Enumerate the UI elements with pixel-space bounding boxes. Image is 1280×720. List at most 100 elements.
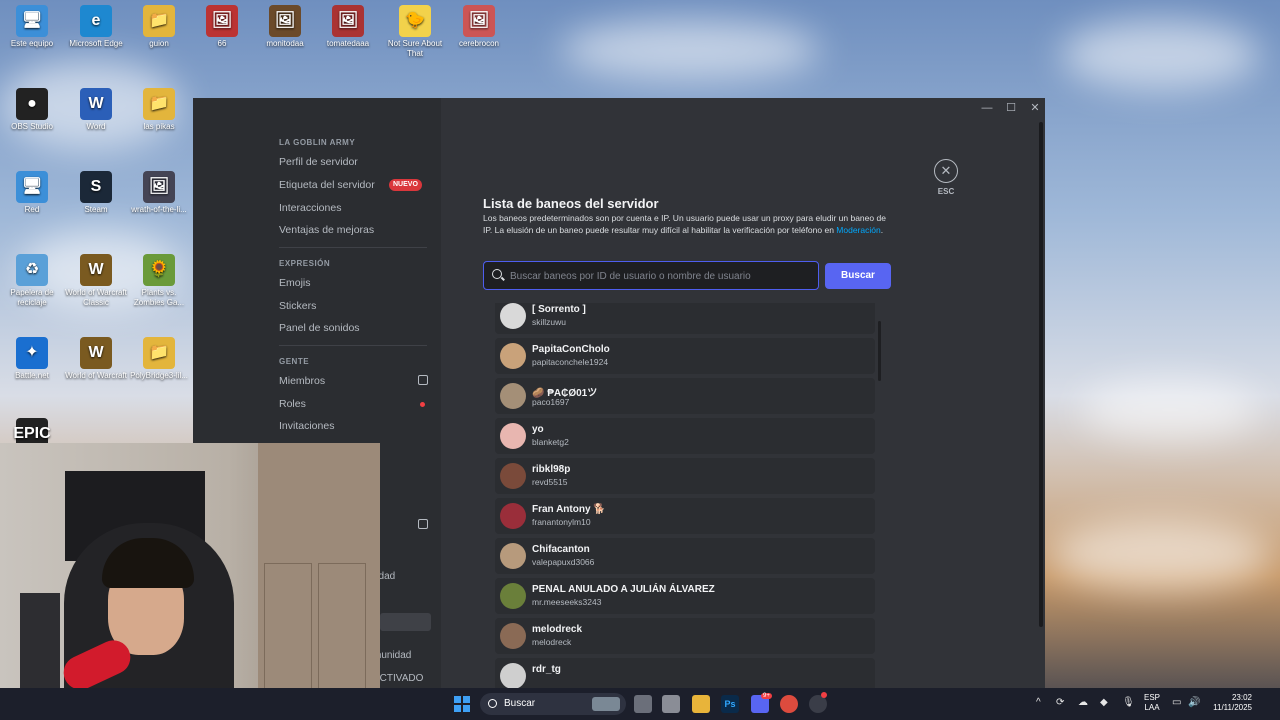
- desktop-icon-label: World of Warcraft Classic: [65, 288, 127, 307]
- microphone-icon[interactable]: 🎙: [1122, 697, 1135, 708]
- avatar: [500, 583, 526, 609]
- desktop-icon-image: W: [80, 337, 112, 369]
- avatar: [500, 663, 526, 688]
- desktop-icon[interactable]: 🖼 wrath-of-the-li...: [127, 171, 191, 215]
- sidebar-item-label: Invitaciones: [279, 420, 335, 432]
- ban-list-item[interactable]: 🥔 ₱A₵Ø01ツ paco1697: [495, 378, 875, 414]
- desktop-icon-image: ✦: [16, 337, 48, 369]
- sidebar-item-soundboard[interactable]: Panel de sonidos: [279, 319, 431, 337]
- moderation-link[interactable]: Moderación: [836, 225, 880, 235]
- terminal-icon[interactable]: [662, 695, 680, 713]
- desktop-icon-label: cerebrocon: [458, 39, 500, 48]
- ban-list-item[interactable]: Chifacanton valepapuxd3066: [495, 538, 875, 574]
- keyboard-layout: LAA: [1144, 703, 1160, 712]
- ban-list-item[interactable]: rdr_tg: [495, 658, 875, 688]
- sidebar-item-label: Perfil de servidor: [279, 156, 358, 168]
- sidebar-item-roles[interactable]: Roles: [279, 395, 431, 413]
- desktop-icon[interactable]: 🌻 Plants vs. Zombies Ga...: [127, 254, 191, 308]
- desktop-icon-image: 🖥: [16, 171, 48, 203]
- sidebar-item-members[interactable]: Miembros: [279, 372, 431, 390]
- ban-list-item[interactable]: melodreck melodreck: [495, 618, 875, 654]
- notification-dot: [420, 402, 425, 407]
- desktop-icon-label: Red: [24, 205, 40, 214]
- desktop-icon[interactable]: 🖼 cerebrocon: [447, 5, 511, 49]
- desktop-icon[interactable]: 📁 las pikas: [127, 88, 191, 132]
- sidebar-divider: [279, 345, 427, 346]
- desktop-icon[interactable]: 🖼 66: [190, 5, 254, 49]
- close-window-button[interactable]: ✕: [1028, 101, 1042, 115]
- ban-list-item[interactable]: PapitaConCholo papitaconchele1924: [495, 338, 875, 374]
- start-button[interactable]: [454, 696, 470, 712]
- ban-list-item[interactable]: [ Sorrento ] skillzuwu: [495, 303, 875, 334]
- desktop-icon[interactable]: 🖥 Red: [0, 171, 64, 215]
- window-scrollbar[interactable]: [1039, 122, 1043, 627]
- webcam-overlay: [0, 443, 380, 720]
- sidebar-item-boost-perks[interactable]: Ventajas de mejoras: [279, 221, 431, 239]
- desktop-icon-label: wrath-of-the-li...: [131, 205, 187, 214]
- file-explorer-icon[interactable]: [692, 695, 710, 713]
- sidebar-item-label: Stickers: [279, 300, 317, 312]
- banned-display-name: rdr_tg: [532, 664, 561, 675]
- desktop-icon[interactable]: W World of Warcraft Classic: [64, 254, 128, 308]
- language-indicator[interactable]: ESP LAA: [1140, 693, 1164, 713]
- sidebar-item-server-tag[interactable]: Etiqueta del servidor NUEVO: [279, 176, 431, 194]
- taskbar: Buscar Ps 9+ ^ ⟳ ☁ ◆ 🎙 ESP LAA ▭ 🔊 23:02…: [0, 688, 1280, 720]
- ban-list-scrollbar[interactable]: [878, 321, 881, 381]
- desktop-icon[interactable]: W Word: [64, 88, 128, 132]
- security-icon[interactable]: ◆: [1100, 697, 1108, 708]
- desktop-icon[interactable]: 📁 guion: [127, 5, 191, 49]
- desktop-icon[interactable]: W World of Warcraft: [64, 337, 128, 381]
- avatar: [500, 423, 526, 449]
- desktop-icon[interactable]: S Steam: [64, 171, 128, 215]
- ban-search-input[interactable]: [510, 266, 810, 286]
- desktop-icon[interactable]: 🖼 tomatedaaa: [316, 5, 380, 49]
- desktop-icon[interactable]: 🐤 Not Sure About That: [383, 5, 447, 59]
- maximize-button[interactable]: ☐: [1004, 101, 1018, 115]
- banned-username: papitaconchele1924: [532, 357, 609, 367]
- sync-icon[interactable]: ⟳: [1056, 697, 1064, 708]
- desktop-icon[interactable]: ✦ Battle.net: [0, 337, 64, 381]
- avatar: [500, 463, 526, 489]
- ban-list-item[interactable]: yo blanketg2: [495, 418, 875, 454]
- photoshop-icon[interactable]: Ps: [721, 695, 739, 713]
- desktop-icon-image: 🖼: [269, 5, 301, 37]
- network-icon[interactable]: ▭: [1172, 697, 1181, 708]
- minimize-button[interactable]: —: [980, 101, 994, 115]
- banned-display-name: PENAL ANULADO A JULIÁN ÁLVAREZ: [532, 584, 715, 595]
- volume-icon[interactable]: 🔊: [1188, 697, 1200, 708]
- ban-list-item[interactable]: ribkl98p revd5515: [495, 458, 875, 494]
- desktop-icon-label: World of Warcraft: [65, 371, 127, 380]
- desktop-icon-label: Not Sure About That: [387, 39, 443, 58]
- desktop-icon[interactable]: e Microsoft Edge: [64, 5, 128, 49]
- sidebar-item-label: Etiqueta del servidor: [279, 179, 375, 191]
- taskbar-search[interactable]: Buscar: [480, 693, 626, 715]
- desktop-icon-label: Word: [86, 122, 106, 131]
- sidebar-item-label: Ventajas de mejoras: [279, 224, 375, 236]
- clock[interactable]: 23:02 11/11/2025: [1206, 693, 1252, 713]
- sidebar-item-emojis[interactable]: Emojis: [279, 274, 431, 292]
- close-settings-button[interactable]: ✕: [934, 159, 958, 183]
- sidebar-item-invites[interactable]: Invitaciones: [279, 417, 431, 435]
- desktop-icon[interactable]: 🖥 Este equipo: [0, 5, 64, 49]
- chevron-up-icon[interactable]: ^: [1036, 697, 1041, 708]
- sidebar-item-interactions[interactable]: Interacciones: [279, 199, 431, 217]
- sidebar-item-server-profile[interactable]: Perfil de servidor: [279, 153, 431, 171]
- desktop-icon[interactable]: 📁 PolyBridge3-lil...: [127, 337, 191, 381]
- desktop-icon[interactable]: ♻ Papelera de reciclaje: [0, 254, 64, 308]
- clock-time: 23:02: [1231, 693, 1252, 702]
- desktop-icon-label: monitodaa: [266, 39, 304, 48]
- ban-list-item[interactable]: Fran Antony 🐕 franantonylm10: [495, 498, 875, 534]
- desktop-icon-label: OBS Studio: [11, 122, 53, 131]
- desktop-icon[interactable]: ● OBS Studio: [0, 88, 64, 132]
- cloud-icon[interactable]: ☁: [1078, 697, 1088, 708]
- chrome-icon[interactable]: [780, 695, 798, 713]
- task-view-icon[interactable]: [634, 695, 652, 713]
- sidebar-item-label: Roles: [279, 398, 306, 410]
- sidebar-selected-item[interactable]: [380, 613, 431, 631]
- search-icon: [488, 699, 497, 708]
- search-button[interactable]: Buscar: [825, 263, 891, 289]
- sidebar-item-stickers[interactable]: Stickers: [279, 297, 431, 315]
- desktop-icon-label: PolyBridge3-lil...: [130, 371, 188, 380]
- ban-list-item[interactable]: PENAL ANULADO A JULIÁN ÁLVAREZ mr.meeseek…: [495, 578, 875, 614]
- desktop-icon[interactable]: 🖼 monitodaa: [253, 5, 317, 49]
